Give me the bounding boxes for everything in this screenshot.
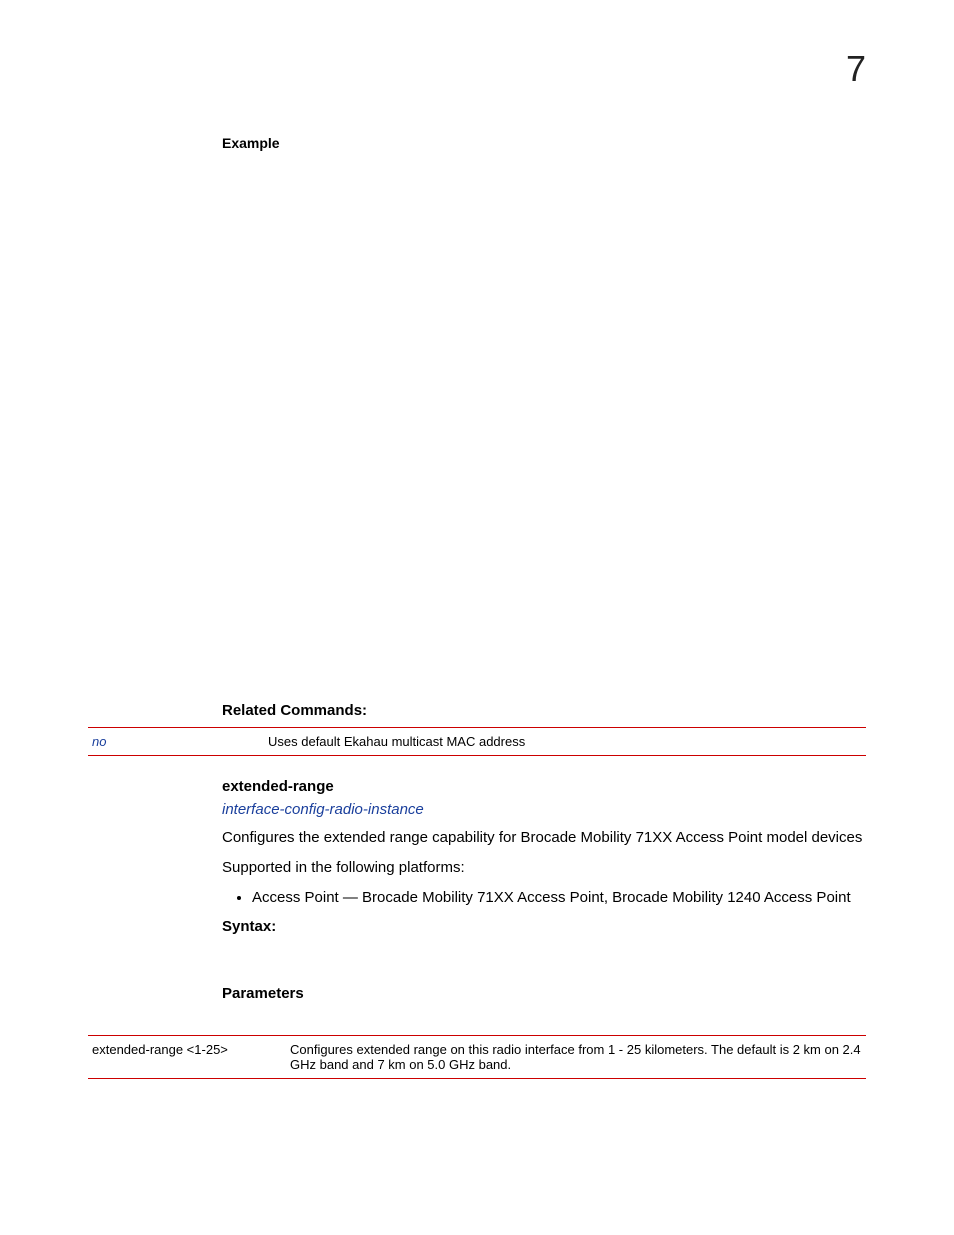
parameters-table-wrapper: extended-range <1-25> Configures extende…: [222, 1035, 866, 1079]
list-item: Access Point — Brocade Mobility 71XX Acc…: [252, 889, 866, 906]
supported-intro: Supported in the following platforms:: [222, 858, 866, 878]
related-commands-heading: Related Commands:: [222, 702, 866, 719]
related-command-link[interactable]: no: [92, 734, 106, 749]
chapter-number: 7: [846, 48, 866, 90]
related-command-desc: Uses default Ekahau multicast MAC addres…: [264, 728, 866, 755]
parameter-desc: Configures extended range on this radio …: [286, 1036, 866, 1078]
table-row: extended-range <1-25> Configures extende…: [88, 1036, 866, 1078]
parameters-gap: [222, 1010, 866, 1035]
table-row: no Uses default Ekahau multicast MAC add…: [88, 728, 866, 755]
example-content-placeholder: [222, 155, 866, 690]
parameter-name: extended-range <1-25>: [88, 1036, 286, 1078]
syntax-content-placeholder: [222, 943, 866, 973]
parameters-heading: Parameters: [222, 985, 866, 1002]
param-table-rule-bottom: [88, 1078, 866, 1079]
syntax-heading: Syntax:: [222, 918, 866, 935]
context-link[interactable]: interface-config-radio-instance: [222, 801, 866, 818]
related-commands-table: no Uses default Ekahau multicast MAC add…: [88, 727, 866, 756]
parameters-table: extended-range <1-25> Configures extende…: [88, 1035, 866, 1079]
table-rule-bottom: [88, 755, 866, 756]
related-commands-table-wrapper: no Uses default Ekahau multicast MAC add…: [222, 727, 866, 756]
example-heading: Example: [222, 135, 866, 151]
supported-platforms-list: Access Point — Brocade Mobility 71XX Acc…: [252, 889, 866, 906]
command-name-heading: extended-range: [222, 778, 866, 795]
command-description: Configures the extended range capability…: [222, 828, 866, 848]
